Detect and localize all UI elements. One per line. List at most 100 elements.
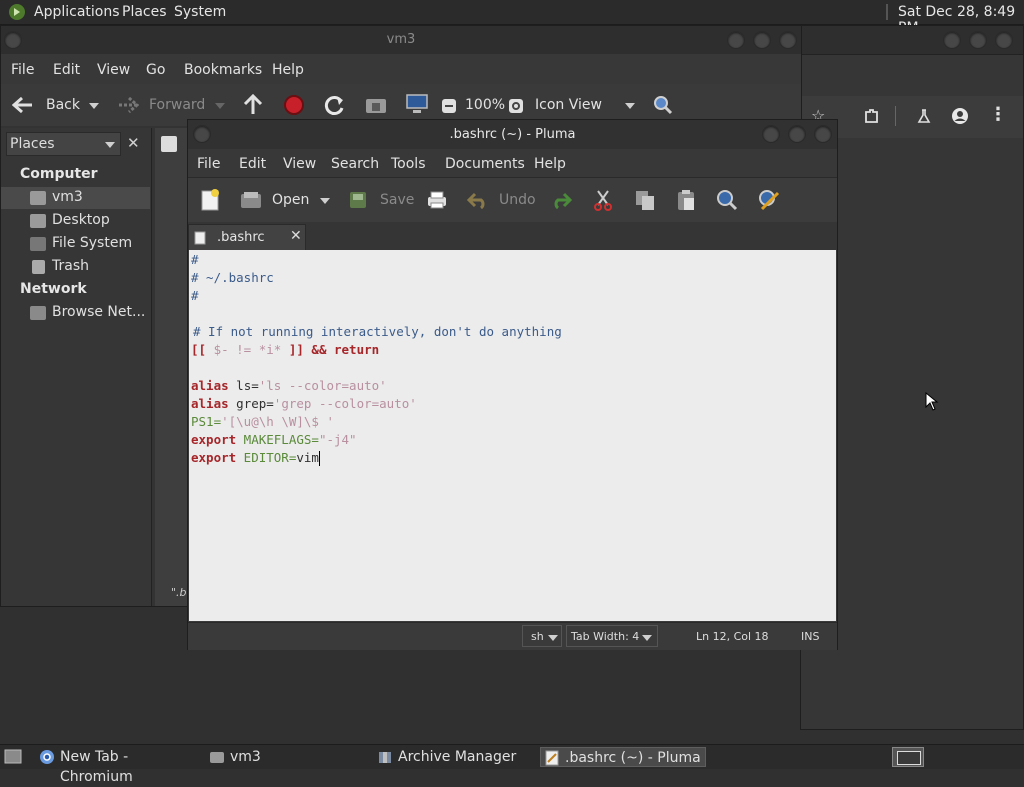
menu-search[interactable]: Search: [331, 156, 379, 172]
taskbar-item-archive-manager[interactable]: Archive Manager: [374, 747, 534, 767]
open-dropdown-icon[interactable]: [320, 198, 330, 204]
open-folder-icon[interactable]: [240, 190, 262, 210]
close-button[interactable]: [995, 31, 1013, 49]
text-file-icon[interactable]: [161, 136, 177, 152]
menu-edit[interactable]: Edit: [239, 156, 266, 172]
print-icon[interactable]: [426, 190, 448, 210]
extensions-icon[interactable]: [863, 108, 879, 124]
back-arrow-icon[interactable]: [12, 96, 34, 114]
sidebar-item-desktop[interactable]: Desktop: [52, 212, 110, 228]
find-replace-icon[interactable]: [758, 189, 780, 211]
pluma-statusbar: sh Tab Width: 4 Ln 12, Col 18 INS: [188, 622, 837, 650]
taskbar-item-pluma[interactable]: .bashrc (~) - Pluma: [540, 747, 706, 767]
forward-history-dropdown-icon[interactable]: [215, 103, 225, 109]
applications-menu[interactable]: Applications: [34, 4, 120, 20]
menu-view[interactable]: View: [283, 156, 316, 172]
network-icon: [30, 306, 46, 320]
forward-button[interactable]: Forward: [149, 97, 205, 113]
code-line-2: # ~/.bashrc: [191, 270, 274, 285]
menu-help[interactable]: Help: [272, 62, 304, 78]
drive-icon: [30, 237, 46, 251]
sidebar-item-browse-network[interactable]: Browse Net...: [52, 304, 145, 320]
save-icon[interactable]: [348, 190, 368, 210]
open-button[interactable]: Open: [272, 192, 309, 208]
sidebar-item-trash[interactable]: Trash: [52, 258, 89, 274]
view-mode-dropdown-icon[interactable]: [625, 103, 635, 109]
labs-flask-icon[interactable]: [916, 108, 932, 124]
pluma-tab-bar: .bashrc ✕: [188, 222, 837, 250]
home-folder-icon[interactable]: [365, 95, 387, 115]
workspace-1[interactable]: [897, 751, 921, 765]
menu-bookmarks[interactable]: Bookmarks: [184, 62, 262, 78]
new-document-icon[interactable]: [200, 189, 220, 211]
minimize-button[interactable]: [727, 31, 745, 49]
stop-icon[interactable]: [283, 94, 305, 116]
cursor-position: Ln 12, Col 18: [696, 630, 769, 643]
computer-icon[interactable]: [405, 93, 429, 115]
close-button[interactable]: [814, 125, 832, 143]
tab-width-select[interactable]: Tab Width: 4: [566, 625, 658, 647]
copy-icon[interactable]: [634, 189, 656, 211]
tab-width-label: Tab Width: 4: [571, 630, 640, 643]
text-editor-area[interactable]: # # ~/.bashrc # # If not running interac…: [189, 250, 836, 621]
close-tab-icon[interactable]: ✕: [290, 228, 302, 244]
language-select[interactable]: sh: [522, 625, 562, 647]
sidebar-selector[interactable]: Places: [6, 132, 121, 156]
zoom-out-icon[interactable]: [441, 98, 457, 114]
workspace-switcher[interactable]: [892, 747, 924, 767]
menu-go[interactable]: Go: [146, 62, 165, 78]
code-line-11: export MAKEFLAGS="-j4": [191, 431, 357, 449]
cut-icon[interactable]: [593, 189, 613, 211]
sidebar-item-vm3[interactable]: vm3: [52, 189, 83, 205]
mate-logo-icon[interactable]: [8, 3, 26, 21]
menu-view[interactable]: View: [97, 62, 130, 78]
menu-edit[interactable]: Edit: [53, 62, 80, 78]
view-mode-select[interactable]: Icon View: [535, 97, 602, 113]
undo-button[interactable]: Undo: [499, 192, 536, 208]
close-sidebar-icon[interactable]: ✕: [127, 134, 140, 152]
folder-icon: [210, 752, 224, 763]
minimize-button[interactable]: [762, 125, 780, 143]
more-menu-icon[interactable]: ⋮: [989, 104, 1007, 125]
back-button[interactable]: Back: [46, 97, 80, 113]
maximize-button[interactable]: [753, 31, 771, 49]
code-token: alias: [191, 396, 229, 411]
top-panel: Applications Places System Sat Dec 28, 8…: [0, 0, 1024, 36]
window-menu-button[interactable]: [4, 31, 22, 49]
maximize-button[interactable]: [788, 125, 806, 143]
menu-tools[interactable]: Tools: [391, 156, 426, 172]
taskbar-label: New Tab - Chromium: [60, 749, 133, 785]
menu-file[interactable]: File: [11, 62, 34, 78]
maximize-button[interactable]: [969, 31, 987, 49]
undo-icon[interactable]: [467, 191, 489, 209]
pluma-toolbar: Open Save Undo: [188, 177, 837, 222]
show-desktop-icon[interactable]: [4, 749, 22, 765]
window-title: .bashrc (~) - Pluma: [449, 127, 576, 142]
paste-icon[interactable]: [675, 189, 697, 211]
tab-bashrc[interactable]: .bashrc ✕: [188, 224, 306, 250]
menu-file[interactable]: File: [197, 156, 220, 172]
close-button[interactable]: [779, 31, 797, 49]
taskbar-label: vm3: [230, 749, 261, 765]
sidebar-item-file-system[interactable]: File System: [52, 235, 132, 251]
taskbar-item-vm3[interactable]: vm3: [206, 747, 366, 767]
reload-icon[interactable]: [324, 94, 346, 116]
search-icon[interactable]: [653, 95, 673, 115]
menu-documents[interactable]: Documents: [445, 156, 525, 172]
code-token: EDITOR=: [236, 450, 297, 465]
window-menu-button[interactable]: [193, 125, 211, 143]
places-menu[interactable]: Places: [122, 4, 167, 20]
minimize-button[interactable]: [943, 31, 961, 49]
save-button[interactable]: Save: [380, 192, 414, 208]
text-editor-icon: [545, 750, 559, 766]
profile-avatar-icon[interactable]: [951, 107, 969, 125]
zoom-in-icon[interactable]: [508, 98, 524, 114]
system-menu[interactable]: System: [174, 4, 226, 20]
redo-icon[interactable]: [550, 191, 572, 209]
pluma-menubar: File Edit View Search Tools Documents He…: [188, 149, 837, 177]
back-history-dropdown-icon[interactable]: [89, 103, 99, 109]
up-arrow-icon[interactable]: [243, 94, 263, 116]
taskbar-item-chromium[interactable]: New Tab - Chromium: [36, 747, 200, 785]
find-icon[interactable]: [716, 189, 738, 211]
menu-help[interactable]: Help: [534, 156, 566, 172]
